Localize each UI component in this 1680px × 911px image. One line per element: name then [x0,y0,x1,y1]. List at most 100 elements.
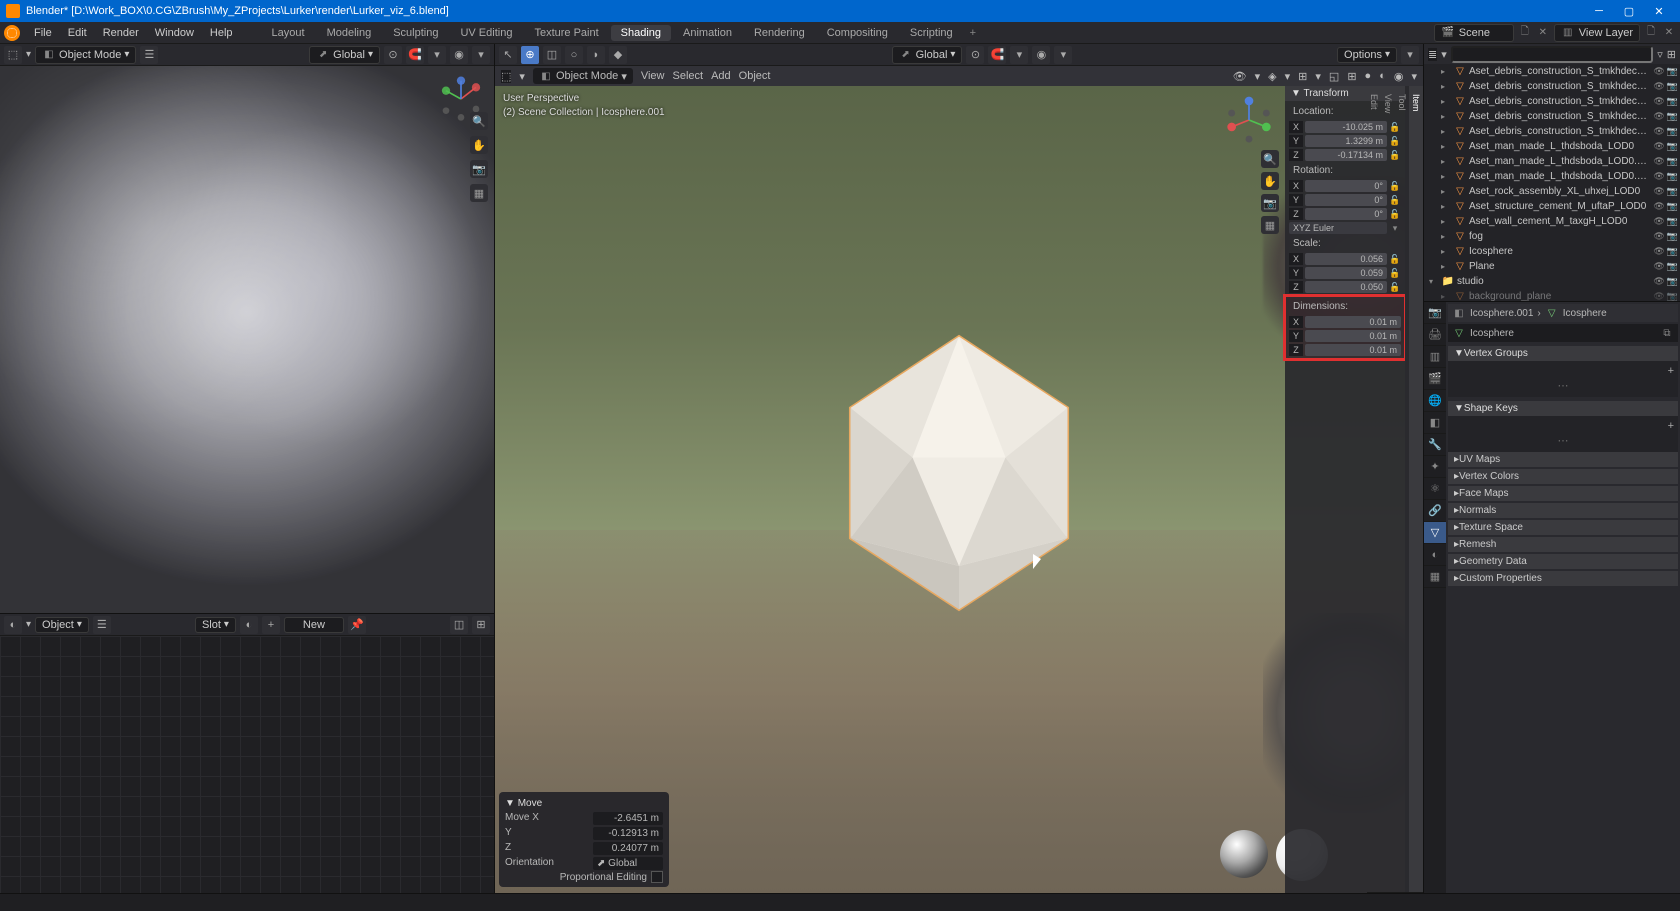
outliner-row[interactable]: ▸▽Aset_rock_assembly_XL_uhxej_LOD0👁📷 [1424,184,1680,199]
camera-icon[interactable]: 📷 [470,160,488,178]
mesh-data-users-icon[interactable]: ⧉ [1660,326,1674,340]
maximize-button[interactable]: ▢ [1614,0,1644,22]
mid-snap-menu[interactable]: ▾ [1010,46,1028,64]
prop-edit-checkbox[interactable] [651,871,663,883]
outliner-visibility-icons[interactable]: 👁📷 [1653,276,1678,287]
geometry-data-header[interactable]: ▸ Geometry Data [1448,554,1678,569]
outliner-visibility-icons[interactable]: 👁📷 [1653,81,1678,92]
outliner-visibility-icons[interactable]: 👁📷 [1653,231,1678,242]
prop-tab-particles[interactable]: ✦ [1424,456,1446,478]
menu-select[interactable]: Select [673,70,704,82]
outliner-item-name[interactable]: Aset_debris_construction_S_tmkhdecva_04_… [1469,111,1650,122]
prop-tab-material[interactable]: ◐ [1424,544,1446,566]
npanel-tab-tool[interactable]: Tool [1395,86,1409,893]
expand-icon[interactable]: ▸ [1441,292,1451,301]
prop-tab-scene[interactable]: 🎬 [1424,368,1446,390]
normals-header[interactable]: ▸ Normals [1448,503,1678,518]
xray-icon[interactable]: ◱ [1329,70,1339,83]
mid-prop-menu[interactable]: ▾ [1054,46,1072,64]
main-nav-gizmo[interactable] [1223,94,1275,146]
shade-render-icon[interactable]: ◉ [1394,70,1404,83]
sk-add-button[interactable]: + [1668,420,1674,432]
crumb-data-name[interactable]: Icosphere [1563,308,1607,319]
outliner-row[interactable]: ▸▽Aset_debris_construction_S_tmkhdecva_0… [1424,124,1680,139]
texture-space-header[interactable]: ▸ Texture Space [1448,520,1678,535]
outliner-item-name[interactable]: Plane [1469,261,1650,272]
outliner-item-name[interactable]: studio [1457,276,1650,287]
prop-tab-modifier[interactable]: 🔧 [1424,434,1446,456]
shade-solid-icon[interactable]: ● [1365,70,1372,82]
outliner-row[interactable]: ▸▽Aset_man_made_L_thdsboda_LOD0.002👁📷 [1424,169,1680,184]
pivot-icon[interactable]: ⊙ [384,46,402,64]
prop-tab-texture[interactable]: ▦ [1424,566,1446,588]
move-y-value[interactable]: -0.12913 m [593,827,663,840]
select-box-icon[interactable]: ◫ [543,46,561,64]
outliner-row[interactable]: ▸▽Aset_debris_construction_S_tmkhdecva_0… [1424,64,1680,79]
editor-type-chevron[interactable]: ▾ [26,49,31,60]
move-x-value[interactable]: -2.6451 m [593,812,663,825]
menu-render[interactable]: Render [95,27,147,39]
expand-icon[interactable]: ▸ [1441,157,1451,166]
outliner-item-name[interactable]: Aset_man_made_L_thdsboda_LOD0.002 [1469,171,1650,182]
prop-tab-viewlayer[interactable]: ▥ [1424,346,1446,368]
expand-icon[interactable]: ▸ [1441,202,1451,211]
workspace-sculpting[interactable]: Sculpting [383,25,448,41]
minimize-button[interactable]: ─ [1584,0,1614,22]
menu-edit[interactable]: Edit [60,27,95,39]
mid-mode-selector[interactable]: ◧ Object Mode ▾ [533,68,633,84]
outliner-item-name[interactable]: Aset_man_made_L_thdsboda_LOD0 [1469,141,1650,152]
prop-tab-physics[interactable]: ⚛ [1424,478,1446,500]
outliner-visibility-icons[interactable]: 👁📷 [1653,111,1678,122]
outliner-row[interactable]: ▸▽Aset_man_made_L_thdsboda_LOD0👁📷 [1424,139,1680,154]
proportional-icon[interactable]: ◉ [450,46,468,64]
outliner-row[interactable]: ▸▽Aset_debris_construction_S_tmkhdecva_0… [1424,79,1680,94]
outliner-row[interactable]: ▸▽background_plane👁📷 [1424,289,1680,301]
expand-icon[interactable]: ▸ [1441,82,1451,91]
move-z-value[interactable]: 0.24077 m [593,842,663,855]
scene-delete-button[interactable]: ✕ [1536,26,1550,40]
cursor-tool-icon[interactable]: ⊕ [521,46,539,64]
vp-zoom-icon[interactable]: 🔍 [1261,150,1279,168]
prop-tab-constraint[interactable]: 🔗 [1424,500,1446,522]
outliner-row[interactable]: ▸▽Aset_man_made_L_thdsboda_LOD0.001👁📷 [1424,154,1680,169]
face-maps-header[interactable]: ▸ Face Maps [1448,486,1678,501]
shader-type-selector[interactable]: Object ▾ [35,617,89,633]
outliner-item-name[interactable]: Aset_wall_cement_M_taxgH_LOD0 [1469,216,1650,227]
select-circle-icon[interactable]: ○ [565,46,583,64]
vp-camera-icon[interactable]: 📷 [1261,194,1279,212]
expand-icon[interactable]: ▸ [1441,112,1451,121]
menu-add[interactable]: Add [711,70,731,82]
mid-orientation-selector[interactable]: ⬈ Global ▾ [892,46,963,64]
new-material-button[interactable]: New [284,617,344,633]
outliner-item-name[interactable]: Aset_man_made_L_thdsboda_LOD0.001 [1469,156,1650,167]
outliner-row[interactable]: ▸▽Aset_wall_cement_M_taxgH_LOD0👁📷 [1424,214,1680,229]
select-lasso-icon[interactable]: ◗ [587,46,605,64]
outliner-row[interactable]: ▸▽Aset_structure_cement_M_uftaP_LOD0👁📷 [1424,199,1680,214]
menu-window[interactable]: Window [147,27,202,39]
outliner-visibility-icons[interactable]: 👁📷 [1653,126,1678,137]
header-menu-icon[interactable]: ☰ [140,46,158,64]
menu-help[interactable]: Help [202,27,241,39]
mid-editor-type-icon[interactable]: ⬚ [501,70,511,83]
outliner-visibility-icons[interactable]: 👁📷 [1653,186,1678,197]
workspace-shading[interactable]: Shading [611,25,671,41]
outliner-visibility-icons[interactable]: 👁📷 [1653,156,1678,167]
outliner-visibility-icons[interactable]: 👁📷 [1653,216,1678,227]
outliner-item-name[interactable]: background_plane [1469,291,1650,301]
shader-menu-icon[interactable]: ☰ [93,616,111,634]
remesh-header[interactable]: ▸ Remesh [1448,537,1678,552]
options-dropdown[interactable]: Options ▾ [1337,47,1397,63]
workspace-uv[interactable]: UV Editing [450,25,522,41]
shape-keys-header[interactable]: ▼ Shape Keys [1448,401,1678,416]
expand-icon[interactable]: ▸ [1441,67,1451,76]
menu-object[interactable]: Object [739,70,771,82]
workspace-scripting[interactable]: Scripting [900,25,963,41]
outliner-tree[interactable]: ▸▽Aset_debris_construction_S_tmkhdecva_0… [1424,64,1680,301]
outliner-visibility-icons[interactable]: 👁📷 [1653,201,1678,212]
snap-icon[interactable]: 🧲 [406,46,424,64]
icosphere-object[interactable] [804,318,1114,628]
scene-selector[interactable]: 🎬 Scene [1434,24,1514,42]
workspace-layout[interactable]: Layout [262,25,315,41]
outliner-item-name[interactable]: Aset_debris_construction_S_tmkhdecva_05_… [1469,126,1650,137]
prop-tab-output[interactable]: 🖨 [1424,324,1446,346]
